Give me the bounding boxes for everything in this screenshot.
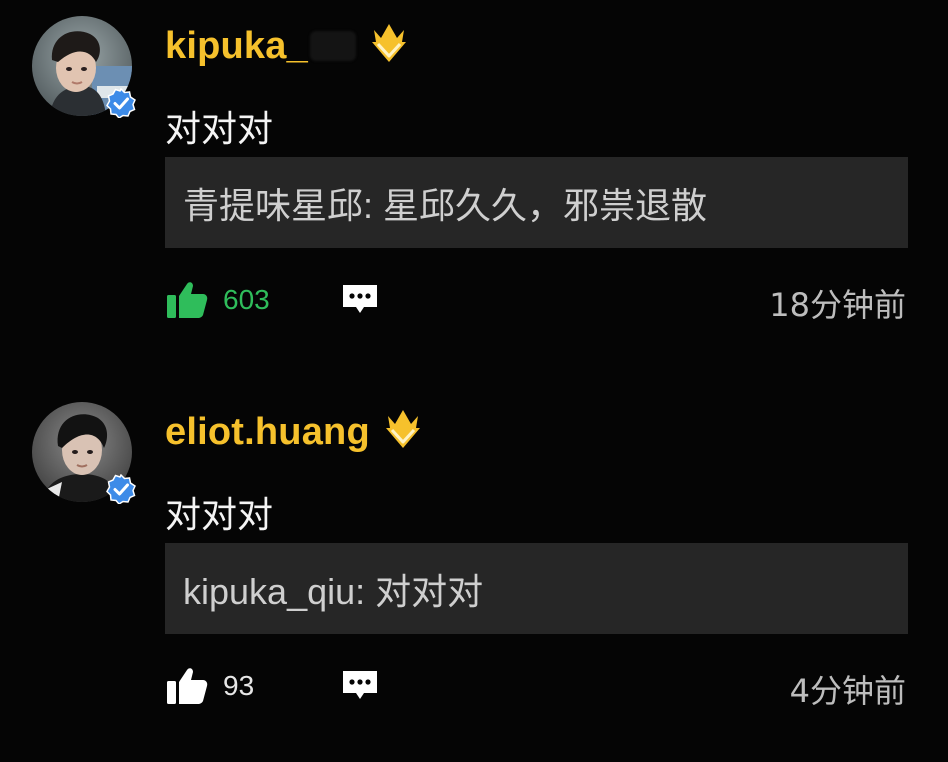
thumbs-up-icon [167, 282, 208, 318]
username-row: kipuka_ [165, 18, 412, 74]
verified-check-icon [106, 88, 136, 118]
verified-check-icon [106, 474, 136, 504]
thumbs-up-icon [167, 668, 208, 704]
timestamp: 4分钟前 [789, 672, 906, 710]
comment-actions: 93 4分钟前 [165, 658, 908, 714]
avatar[interactable] [32, 16, 136, 118]
quoted-reply[interactable]: 青提味星邱: 星邱久久，邪祟退散 [165, 157, 908, 248]
comment-text: 对对对 [165, 109, 274, 150]
like-button[interactable]: 93 [165, 658, 254, 714]
like-count: 603 [223, 284, 270, 315]
comment-bubble-icon[interactable] [340, 668, 380, 704]
crown-icon [371, 24, 406, 62]
username-obscured-mask [309, 31, 356, 61]
username[interactable]: eliot.huang [165, 411, 370, 454]
comment-text: 对对对 [165, 495, 274, 536]
comment-bubble-icon[interactable] [340, 282, 380, 318]
crown-icon [385, 410, 420, 448]
like-button[interactable]: 603 [165, 272, 270, 328]
quoted-reply-text: kipuka_qiu: 对对对 [183, 570, 484, 612]
timestamp: 18分钟前 [769, 286, 906, 324]
quoted-reply[interactable]: kipuka_qiu: 对对对 [165, 543, 908, 634]
like-count: 93 [223, 670, 255, 701]
username[interactable]: kipuka_ [165, 25, 308, 68]
avatar[interactable] [32, 402, 136, 504]
quoted-reply-text: 青提味星邱: 星邱久久，邪祟退散 [183, 184, 708, 226]
username-row: eliot.huang [165, 404, 426, 460]
comment-actions: 603 18分钟前 [165, 272, 908, 328]
